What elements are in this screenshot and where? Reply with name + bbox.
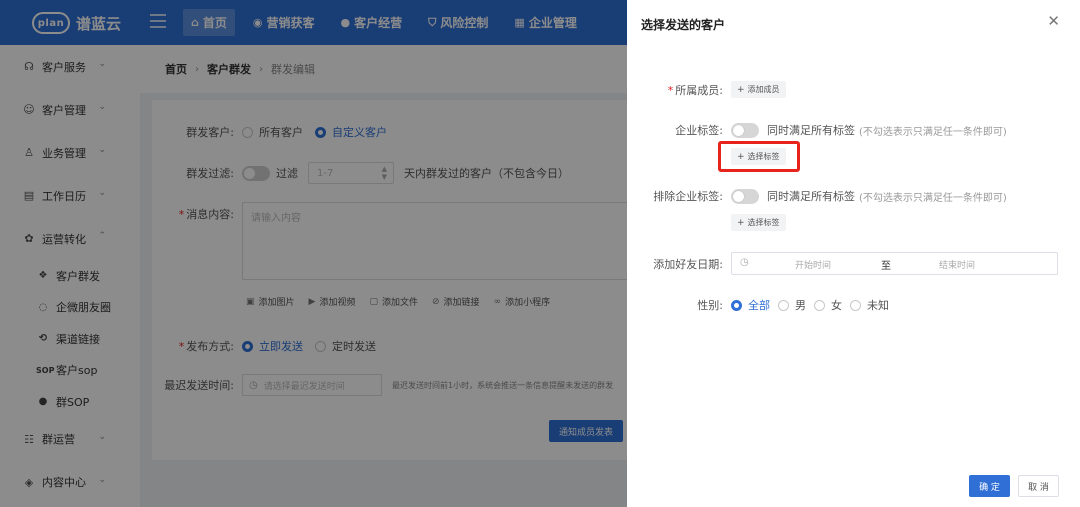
radio-gender-all[interactable]: 全部: [731, 297, 770, 313]
required-mark: *: [667, 83, 674, 97]
exclude-switch-text: 同时满足所有标签: [767, 190, 855, 203]
radio-label: 未知: [867, 299, 889, 312]
date-range-separator: 至: [881, 261, 891, 272]
date-end-placeholder[interactable]: 结束时间: [939, 258, 975, 271]
gender-row: 性别: 全部 男 女 未知: [627, 297, 901, 313]
select-tag-highlight: [718, 141, 800, 172]
tags-label: 企业标签:: [675, 124, 723, 137]
radio-label: 全部: [748, 299, 770, 312]
cancel-button[interactable]: 取 消: [1018, 475, 1059, 497]
exclude-select-tag-row: + 选择标签: [731, 214, 786, 231]
radio-circle: [850, 299, 861, 311]
date-range-picker[interactable]: ◷ 开始时间 至 结束时间: [731, 252, 1058, 275]
drawer-title: 选择发送的客户: [641, 18, 726, 32]
radio-gender-unknown[interactable]: 未知: [850, 297, 889, 313]
radio-circle: [778, 299, 789, 311]
exclude-tags-row: 排除企业标签: 同时满足所有标签 (不勾选表示只满足任一条件即可): [627, 188, 1007, 204]
exclude-match-all-switch[interactable]: [731, 188, 759, 204]
add-date-label: 添加好友日期:: [653, 257, 723, 271]
add-member-button[interactable]: + 添加成员: [731, 81, 786, 98]
radio-label: 女: [831, 299, 842, 312]
confirm-button[interactable]: 确 定: [969, 475, 1010, 497]
tags-switch-text: 同时满足所有标签: [767, 124, 855, 137]
radio-label: 男: [795, 299, 806, 312]
add-date-row: 添加好友日期: ◷ 开始时间 至 结束时间: [627, 252, 1058, 275]
select-tag-label: 选择标签: [747, 218, 780, 227]
select-customers-drawer: 选择发送的客户 ✕ * 所属成员: + 添加成员 企业标签: 同时满足所有标签 (…: [627, 0, 1080, 507]
radio-circle: [731, 299, 742, 311]
plus-icon: +: [737, 217, 745, 228]
clock-icon: ◷: [740, 257, 749, 268]
tags-match-all-switch[interactable]: [731, 122, 759, 138]
radio-gender-female[interactable]: 女: [814, 297, 842, 313]
members-row: * 所属成员: + 添加成员: [627, 81, 786, 98]
tags-note: (不勾选表示只满足任一条件即可): [859, 126, 1007, 138]
gender-label: 性别:: [697, 299, 723, 312]
plus-icon: +: [737, 84, 745, 95]
exclude-note: (不勾选表示只满足任一条件即可): [859, 192, 1007, 204]
tags-row: 企业标签: 同时满足所有标签 (不勾选表示只满足任一条件即可): [627, 122, 1007, 138]
radio-gender-male[interactable]: 男: [778, 297, 806, 313]
add-member-label: 添加成员: [747, 85, 780, 94]
date-start-placeholder[interactable]: 开始时间: [795, 258, 831, 271]
members-label-wrap: * 所属成员:: [627, 82, 723, 98]
members-label: 所属成员:: [675, 83, 723, 97]
exclude-tags-label: 排除企业标签:: [653, 190, 723, 203]
radio-circle: [814, 299, 825, 311]
close-icon[interactable]: ✕: [1047, 14, 1060, 29]
exclude-select-tag-button[interactable]: + 选择标签: [731, 214, 786, 231]
